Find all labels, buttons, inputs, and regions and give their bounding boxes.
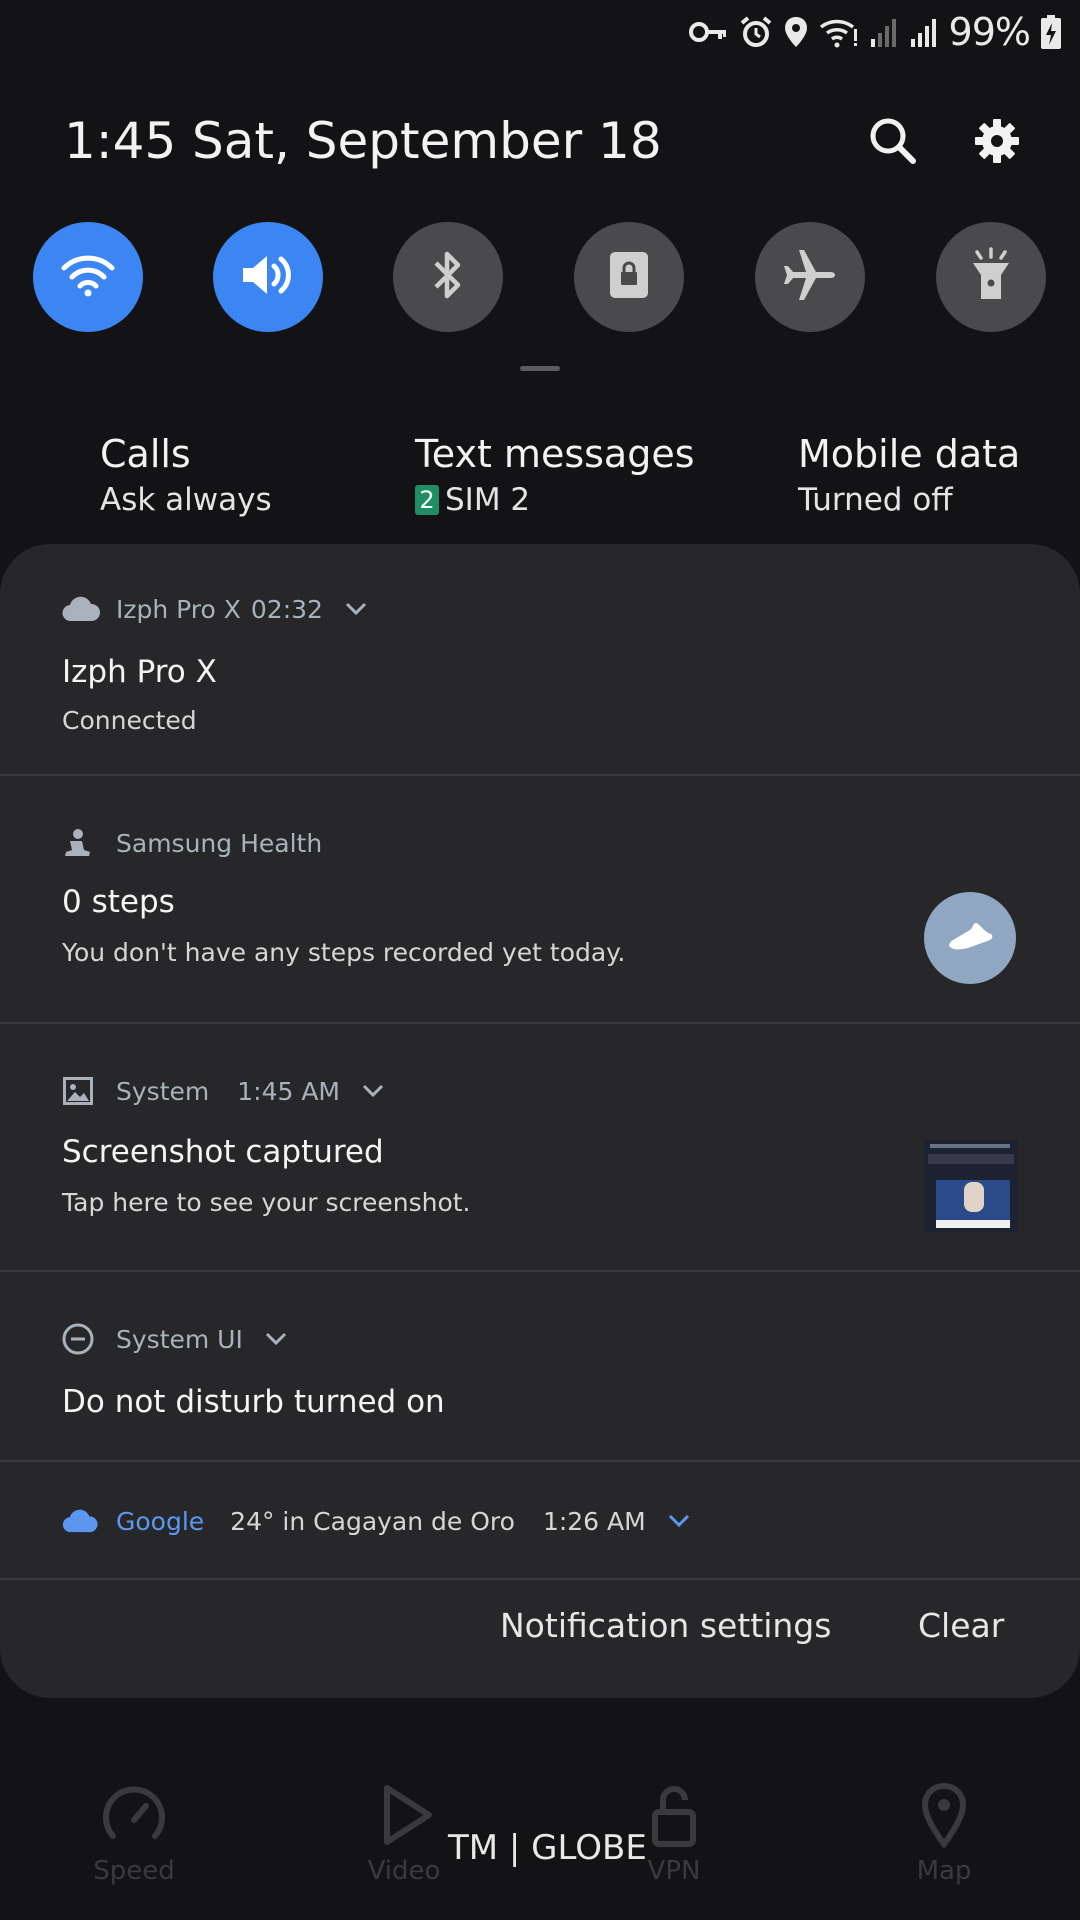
- nav-label: Map: [916, 1856, 972, 1886]
- notification-screenshot[interactable]: System 1:45 AM Screenshot captured Tap h…: [0, 1024, 1080, 1272]
- mobile-data-subtitle: Turned off: [798, 482, 953, 518]
- notification-settings-button[interactable]: Notification settings: [500, 1606, 831, 1645]
- mobile-data-setting[interactable]: Mobile data Turned off: [798, 432, 1020, 518]
- text-messages-title: Text messages: [415, 432, 695, 476]
- nav-label: Speed: [93, 1856, 175, 1886]
- wifi-icon: [819, 15, 859, 49]
- chevron-down-icon[interactable]: [668, 1514, 690, 1528]
- bluetooth-toggle[interactable]: [393, 222, 503, 332]
- weather-detail: 24° in Cagayan de Oro: [230, 1506, 515, 1536]
- volume-icon: [239, 251, 297, 303]
- background-app-nav: Speed Video VPN Map TM | GLOBE: [0, 1780, 1080, 1920]
- chevron-down-icon[interactable]: [362, 1084, 384, 1098]
- wifi-icon: [60, 252, 116, 302]
- signal-1-icon: [869, 15, 899, 49]
- screen-lock-toggle[interactable]: [574, 222, 684, 332]
- location-icon: [783, 15, 809, 49]
- steps-action-button[interactable]: [924, 892, 1016, 984]
- notification-header: System 1:45 AM: [62, 1076, 384, 1106]
- notification-dnd[interactable]: System UI Do not disturb turned on: [0, 1272, 1080, 1462]
- battery-percent: 99%: [948, 10, 1031, 54]
- notification-panel: Izph Pro X 02:32 Izph Pro X Connected Sa…: [0, 544, 1080, 1698]
- vpn-key-icon: [688, 17, 729, 47]
- shoe-icon: [946, 920, 994, 956]
- sim-badge: 2: [415, 485, 439, 515]
- gear-icon: [973, 117, 1021, 169]
- carrier-name: TM | GLOBE: [448, 1828, 647, 1868]
- screenshot-thumbnail[interactable]: [924, 1140, 1018, 1232]
- notification-title: Screenshot captured: [62, 1134, 384, 1170]
- notification-time: 1:45 AM: [237, 1076, 340, 1106]
- app-name: System: [116, 1076, 210, 1106]
- play-icon: [369, 1785, 439, 1854]
- app-name: Izph Pro X: [116, 594, 241, 624]
- battery-charging-icon: [1040, 14, 1062, 50]
- search-icon: [868, 116, 918, 170]
- calls-title: Calls: [100, 432, 191, 476]
- image-icon: [62, 1076, 100, 1106]
- notification-title: Do not disturb turned on: [62, 1384, 445, 1420]
- bluetooth-icon: [428, 248, 468, 306]
- do-not-disturb-icon: [62, 1323, 100, 1355]
- chevron-down-icon[interactable]: [265, 1332, 287, 1346]
- notification-title: 0 steps: [62, 884, 175, 920]
- calls-subtitle: Ask always: [100, 482, 272, 518]
- notification-header: System UI: [62, 1323, 287, 1355]
- airplane-icon: [782, 247, 838, 307]
- quick-toggles: [0, 222, 1080, 332]
- notification-text: Tap here to see your screenshot.: [62, 1188, 471, 1217]
- signal-2-icon: [909, 15, 939, 49]
- map-pin-icon: [909, 1782, 979, 1854]
- app-name: Google: [116, 1506, 205, 1536]
- weather-cloud-icon: [62, 1506, 100, 1536]
- notification-izph[interactable]: Izph Pro X 02:32 Izph Pro X Connected: [0, 544, 1080, 776]
- flashlight-toggle[interactable]: [936, 222, 1046, 332]
- airplane-toggle[interactable]: [755, 222, 865, 332]
- alarm-icon: [739, 15, 773, 49]
- calls-setting[interactable]: Calls Ask always: [100, 432, 272, 518]
- status-bar: 99%: [0, 0, 1080, 64]
- notification-google-weather[interactable]: Google 24° in Cagayan de Oro 1:26 AM: [0, 1462, 1080, 1580]
- notification-time: 1:26 AM: [542, 1506, 646, 1536]
- notification-title: Izph Pro X: [62, 654, 217, 690]
- flashlight-icon: [969, 247, 1013, 307]
- mobile-data-title: Mobile data: [798, 432, 1021, 476]
- quick-panel-header: 1:45 Sat, September 18: [0, 100, 1080, 190]
- speedometer-icon: [99, 1786, 169, 1854]
- notification-time: 02:32: [250, 594, 323, 624]
- settings-button[interactable]: [962, 108, 1032, 178]
- notification-header: Izph Pro X 02:32: [62, 594, 367, 624]
- app-name: System UI: [116, 1324, 243, 1354]
- notification-text: You don't have any steps recorded yet to…: [62, 938, 626, 967]
- sound-toggle[interactable]: [213, 222, 323, 332]
- clock: 1:45: [64, 112, 177, 170]
- health-icon: [62, 828, 100, 858]
- chevron-down-icon[interactable]: [345, 602, 367, 616]
- text-messages-subtitle: 2 SIM 2: [415, 482, 695, 518]
- notification-header: Google 24° in Cagayan de Oro 1:26 AM: [62, 1506, 690, 1536]
- date: Sat, September 18: [192, 112, 662, 170]
- wifi-toggle[interactable]: [33, 222, 143, 332]
- app-name: Samsung Health: [116, 828, 323, 858]
- notification-text: Connected: [62, 706, 197, 735]
- panel-expand-handle[interactable]: [520, 366, 560, 371]
- notification-header: Samsung Health: [62, 828, 322, 858]
- notification-samsung-health[interactable]: Samsung Health 0 steps You don't have an…: [0, 776, 1080, 1024]
- cloud-icon: [62, 594, 100, 624]
- text-messages-setting[interactable]: Text messages 2 SIM 2: [415, 432, 695, 518]
- sim-label: SIM 2: [445, 482, 531, 518]
- nav-speed[interactable]: Speed: [64, 1780, 204, 1886]
- clear-button[interactable]: Clear: [918, 1606, 1004, 1645]
- panel-actions: Notification settings Clear: [0, 1590, 1080, 1682]
- nav-map[interactable]: Map: [874, 1780, 1014, 1886]
- lock-rotation-icon: [608, 250, 650, 304]
- lock-icon: [639, 1786, 709, 1854]
- status-icons: 99%: [688, 10, 1062, 54]
- search-button[interactable]: [858, 108, 928, 178]
